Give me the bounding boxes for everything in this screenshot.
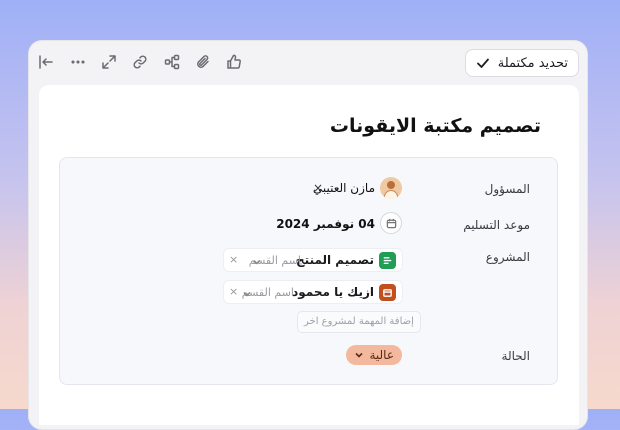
project-name[interactable]: تصميم المنتج (296, 253, 374, 267)
status-label: الحالة (501, 349, 530, 363)
avatar (380, 177, 402, 199)
attachment-icon[interactable] (194, 53, 212, 71)
toolbar: تحديد مكتملة (29, 41, 587, 85)
project-name[interactable]: ازيك يا محمود (292, 285, 374, 299)
expand-icon[interactable] (100, 53, 118, 71)
share-icon[interactable] (163, 53, 181, 71)
project-label: المشروع (485, 250, 530, 264)
task-window: تحديد مكتملة تصميم مكتبة الايقونات المسؤ… (28, 40, 588, 430)
collapse-icon[interactable] (37, 53, 55, 71)
status-badge[interactable]: عالية (346, 345, 402, 365)
due-date-label: موعد التسليم (463, 218, 530, 232)
remove-project-icon[interactable]: × (229, 285, 238, 298)
calendar-icon[interactable] (380, 212, 402, 234)
mark-complete-label: تحديد مكتملة (497, 55, 568, 71)
project-row: تصميم المنتج اسم القسم × (223, 248, 403, 272)
more-icon[interactable] (69, 53, 87, 71)
link-icon[interactable] (131, 53, 149, 71)
remove-project-icon[interactable]: × (229, 253, 238, 266)
remove-assignee-icon[interactable]: × (313, 181, 323, 195)
mark-complete-button[interactable]: تحديد مكتملة (464, 49, 579, 77)
task-card: تصميم مكتبة الايقونات المسؤول مازن العتي… (39, 85, 579, 425)
chevron-down-icon[interactable] (251, 253, 265, 267)
like-icon[interactable] (225, 53, 243, 71)
task-details-panel: المسؤول مازن العتيبي × موعد التسليم 04 ن… (59, 157, 558, 385)
check-icon (476, 58, 489, 68)
due-date-value[interactable]: 04 نوفمبر 2024 (276, 217, 375, 231)
status-value: عالية (369, 348, 394, 362)
project-board-icon (379, 252, 396, 269)
assignee-label: المسؤول (484, 182, 530, 196)
task-title[interactable]: تصميم مكتبة الايقونات (330, 115, 541, 137)
chevron-down-icon[interactable] (241, 285, 255, 299)
project-calendar-icon (379, 284, 396, 301)
project-row: ازيك يا محمود اسم القسم × (223, 280, 403, 304)
add-to-project-button[interactable]: إضافة المهمة لمشروع اخر (297, 311, 421, 333)
chevron-down-icon (355, 352, 364, 358)
